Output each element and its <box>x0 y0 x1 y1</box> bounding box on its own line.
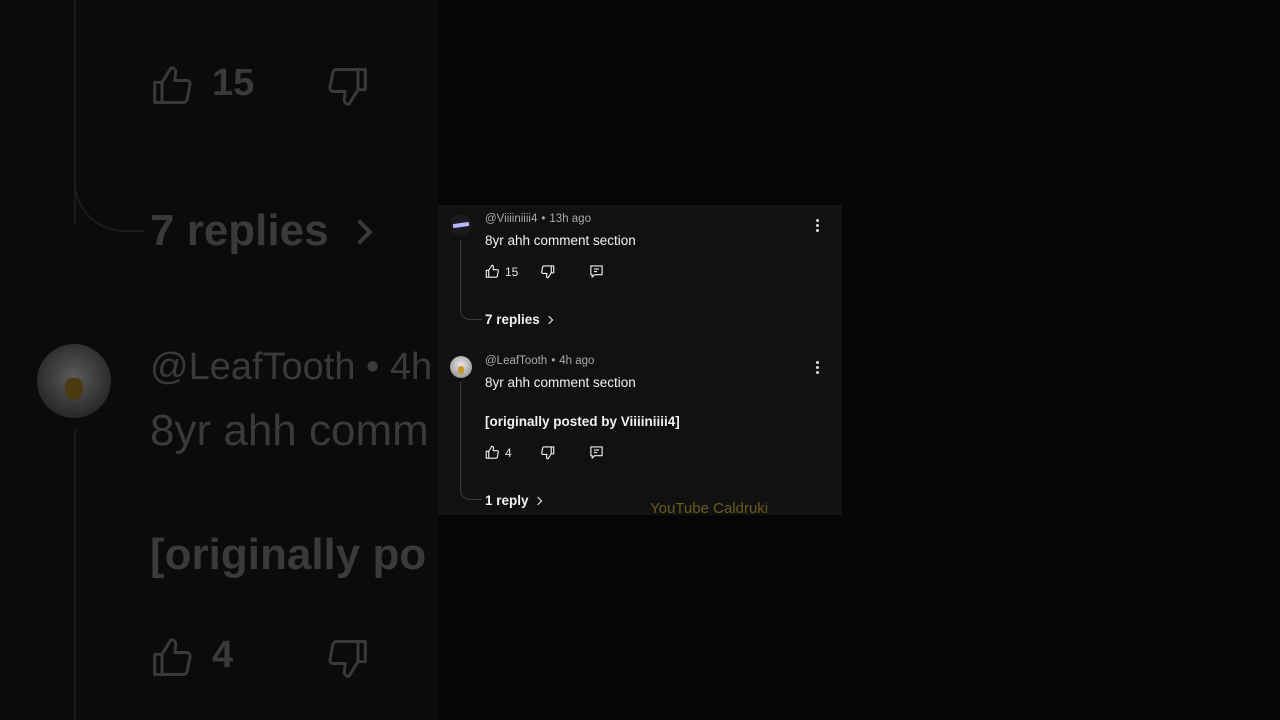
background-comment-text: [originally po <box>150 530 427 579</box>
background-thumbs-up-icon <box>153 66 192 104</box>
comment-meta: @LeafTooth • 4h ago <box>485 355 594 367</box>
comment-section-panel: @Viiiiniiii4 • 13h ago 8yr ahh comment sec… <box>438 205 842 515</box>
background-avatar <box>37 344 111 418</box>
thumbs-down-icon[interactable] <box>540 264 555 279</box>
background-comment-text: 8yr ahh comm <box>150 406 429 455</box>
thread-line <box>460 382 482 500</box>
like-count: 4 <box>505 446 512 460</box>
background-thumbs-down-icon <box>328 640 367 678</box>
background-thumbs-up-icon <box>153 638 192 676</box>
more-vert-icon[interactable] <box>814 219 822 234</box>
thread-line <box>460 240 482 320</box>
comment-author[interactable]: @LeafTooth <box>485 355 547 367</box>
avatar[interactable] <box>450 356 472 378</box>
background-right-zoom <box>842 0 1280 720</box>
background-thread-curve <box>74 140 144 232</box>
comment-actions: 15 <box>485 264 615 282</box>
comment-time: 13h ago <box>549 213 591 225</box>
background-like-count: 15 <box>212 62 255 104</box>
comment-actions: 4 <box>485 445 615 463</box>
chevron-right-icon <box>533 496 542 506</box>
background-replies-link: 7 replies <box>150 206 373 256</box>
comment-text: 8yr ahh comment section <box>485 375 636 390</box>
background-comment-handle: @LeafTooth • 4h <box>150 346 433 388</box>
comment-meta: @Viiiiniiii4 • 13h ago <box>485 213 591 225</box>
thumbs-up-icon[interactable] <box>485 264 500 279</box>
replies-label: 1 reply <box>485 493 529 508</box>
avatar[interactable] <box>450 214 472 236</box>
reply-icon[interactable] <box>589 264 604 279</box>
view-replies-button[interactable]: 7 replies <box>485 312 554 327</box>
chevron-right-icon <box>544 315 554 325</box>
comment-text-attribution: [originally posted by Viiiiniiii4] <box>485 414 680 429</box>
meta-separator: • <box>551 355 556 367</box>
view-replies-button[interactable]: 1 reply <box>485 493 542 508</box>
more-vert-icon[interactable] <box>814 361 822 376</box>
comment-text: 8yr ahh comment section <box>485 233 636 248</box>
background-like-count: 4 <box>212 634 234 676</box>
background-left-zoom: 15 7 replies @LeafTooth • 4h 8yr ahh com… <box>0 0 438 720</box>
background-thumbs-down-icon <box>328 68 367 106</box>
meta-separator: • <box>541 213 546 225</box>
watermark-text: YouTube Caldruki <box>650 500 769 515</box>
comment-author[interactable]: @Viiiiniiii4 <box>485 213 537 225</box>
thumbs-down-icon[interactable] <box>540 445 555 460</box>
reply-icon[interactable] <box>589 445 604 460</box>
background-thread-line <box>74 430 76 720</box>
comment-time: 4h ago <box>559 355 595 367</box>
replies-label: 7 replies <box>485 312 540 327</box>
thumbs-up-icon[interactable] <box>485 445 500 460</box>
like-count: 15 <box>505 265 519 279</box>
